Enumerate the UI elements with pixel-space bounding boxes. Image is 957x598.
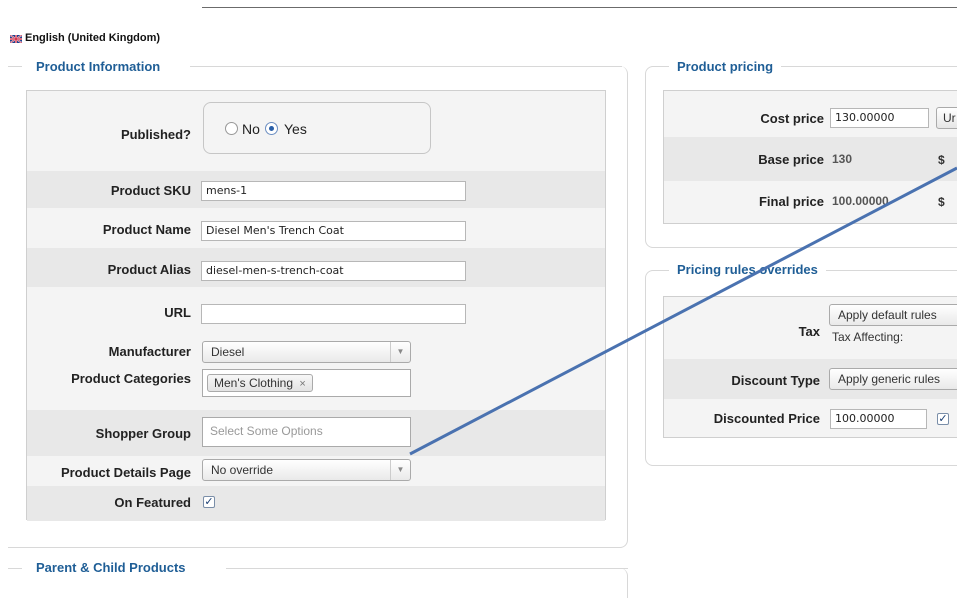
annotation-arrow-line [409,166,957,456]
annotation-line [409,166,957,456]
